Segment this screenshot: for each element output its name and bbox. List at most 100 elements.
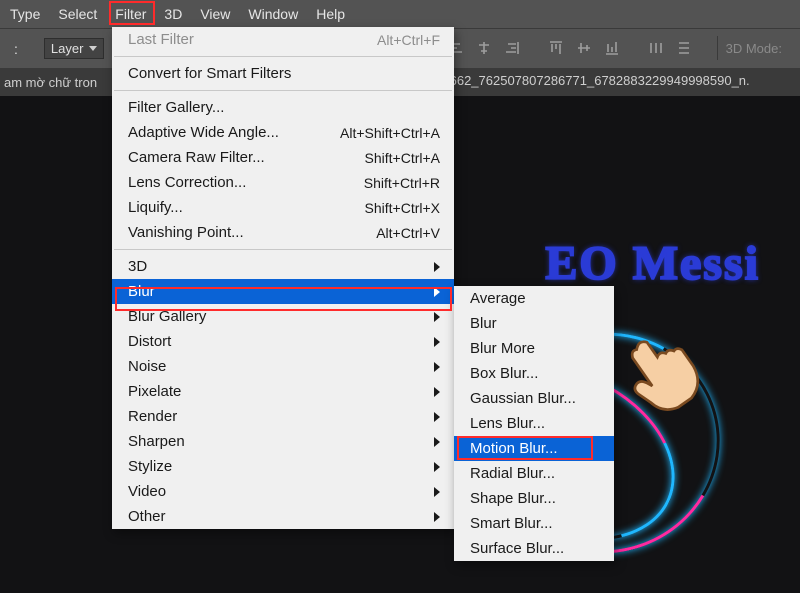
menuitem-label: Blur More	[470, 340, 535, 357]
menu-separator	[114, 90, 452, 91]
submenu-arrow-icon	[434, 412, 440, 422]
menuitem-label: Convert for Smart Filters	[128, 65, 291, 82]
menuitem-vanishing-point[interactable]: Vanishing Point... Alt+Ctrl+V	[112, 220, 454, 245]
menu-separator	[114, 249, 452, 250]
align-bottom-icon[interactable]	[601, 37, 623, 59]
menuitem-distort[interactable]: Distort	[112, 329, 454, 354]
menuitem-label: Vanishing Point...	[128, 224, 244, 241]
menuitem-label: Gaussian Blur...	[470, 390, 576, 407]
menuitem-blur-more[interactable]: Blur More	[454, 336, 614, 361]
tab-title-right[interactable]: /662_762507807286771_6782883229949998590…	[446, 73, 750, 88]
menuitem-label: Camera Raw Filter...	[128, 149, 265, 166]
menuitem-label: Blur	[470, 315, 497, 332]
filter-dropdown: Last Filter Alt+Ctrl+F Convert for Smart…	[112, 27, 454, 529]
align-center-h-icon[interactable]	[473, 37, 495, 59]
blur-submenu: Average Blur Blur More Box Blur... Gauss…	[454, 286, 614, 561]
menu-help[interactable]: Help	[308, 2, 353, 26]
menuitem-gaussian-blur[interactable]: Gaussian Blur...	[454, 386, 614, 411]
menuitem-label: Render	[128, 408, 177, 425]
menuitem-radial-blur[interactable]: Radial Blur...	[454, 461, 614, 486]
menuitem-label: Radial Blur...	[470, 465, 555, 482]
menuitem-lens-blur[interactable]: Lens Blur...	[454, 411, 614, 436]
menuitem-blur[interactable]: Blur	[112, 279, 454, 304]
3d-mode-label: 3D Mode:	[726, 41, 782, 56]
menuitem-render[interactable]: Render	[112, 404, 454, 429]
menuitem-pixelate[interactable]: Pixelate	[112, 379, 454, 404]
menuitem-label: Noise	[128, 358, 166, 375]
menuitem-label: Pixelate	[128, 383, 181, 400]
menu-window[interactable]: Window	[240, 2, 306, 26]
menuitem-label: Other	[128, 508, 166, 525]
menuitem-label: Filter Gallery...	[128, 99, 224, 116]
menuitem-sharpen[interactable]: Sharpen	[112, 429, 454, 454]
submenu-arrow-icon	[434, 512, 440, 522]
menu-type[interactable]: Type	[2, 2, 48, 26]
menuitem-camera-raw-filter[interactable]: Camera Raw Filter... Shift+Ctrl+A	[112, 145, 454, 170]
submenu-arrow-icon	[434, 262, 440, 272]
menuitem-last-filter[interactable]: Last Filter Alt+Ctrl+F	[112, 27, 454, 52]
canvas-text-layer: EO Messi	[545, 236, 760, 291]
menuitem-liquify[interactable]: Liquify... Shift+Ctrl+X	[112, 195, 454, 220]
menuitem-shortcut: Shift+Ctrl+R	[364, 175, 440, 191]
menuitem-surface-blur[interactable]: Surface Blur...	[454, 536, 614, 561]
menuitem-blur-gallery[interactable]: Blur Gallery	[112, 304, 454, 329]
annotation-pointer-hand-icon	[615, 330, 705, 423]
toolbar-colon: :	[14, 41, 18, 57]
menuitem-label: Lens Blur...	[470, 415, 545, 432]
menuitem-lens-correction[interactable]: Lens Correction... Shift+Ctrl+R	[112, 170, 454, 195]
submenu-arrow-icon	[434, 312, 440, 322]
menuitem-adaptive-wide-angle[interactable]: Adaptive Wide Angle... Alt+Shift+Ctrl+A	[112, 120, 454, 145]
menuitem-shortcut: Shift+Ctrl+A	[365, 150, 440, 166]
layer-dropdown[interactable]: Layer	[44, 38, 105, 59]
menuitem-shape-blur[interactable]: Shape Blur...	[454, 486, 614, 511]
menuitem-label: Blur Gallery	[128, 308, 206, 325]
menuitem-label: 3D	[128, 258, 147, 275]
menu-view[interactable]: View	[192, 2, 238, 26]
menuitem-label: Distort	[128, 333, 171, 350]
submenu-arrow-icon	[434, 437, 440, 447]
menu-filter[interactable]: Filter	[107, 2, 154, 26]
menuitem-label: Lens Correction...	[128, 174, 246, 191]
menubar: Type Select Filter 3D View Window Help	[0, 0, 800, 28]
menuitem-shortcut: Shift+Ctrl+X	[365, 200, 440, 216]
align-top-icon[interactable]	[545, 37, 567, 59]
menu-3d[interactable]: 3D	[156, 2, 190, 26]
align-right-icon[interactable]	[501, 37, 523, 59]
menuitem-label: Blur	[128, 283, 155, 300]
distribute-v-icon[interactable]	[673, 37, 695, 59]
menuitem-noise[interactable]: Noise	[112, 354, 454, 379]
menuitem-3d[interactable]: 3D	[112, 254, 454, 279]
menuitem-label: Average	[470, 290, 526, 307]
align-group-2	[545, 37, 623, 59]
menuitem-stylize[interactable]: Stylize	[112, 454, 454, 479]
menu-separator	[114, 56, 452, 57]
align-group-1	[445, 37, 523, 59]
menuitem-filter-gallery[interactable]: Filter Gallery...	[112, 95, 454, 120]
menuitem-motion-blur[interactable]: Motion Blur...	[454, 436, 614, 461]
menuitem-video[interactable]: Video	[112, 479, 454, 504]
menuitem-other[interactable]: Other	[112, 504, 454, 529]
menu-select[interactable]: Select	[50, 2, 105, 26]
layer-dropdown-label: Layer	[51, 41, 84, 56]
submenu-arrow-icon	[434, 487, 440, 497]
menuitem-average[interactable]: Average	[454, 286, 614, 311]
align-center-v-icon[interactable]	[573, 37, 595, 59]
distribute-h-icon[interactable]	[645, 37, 667, 59]
tab-title-left[interactable]: am mờ chữ tron	[4, 75, 97, 90]
distribute-group	[645, 37, 695, 59]
submenu-arrow-icon	[434, 387, 440, 397]
toolbar-divider	[717, 36, 718, 60]
menuitem-shortcut: Alt+Ctrl+V	[376, 225, 440, 241]
submenu-arrow-icon	[434, 337, 440, 347]
menuitem-blur-simple[interactable]: Blur	[454, 311, 614, 336]
chevron-down-icon	[89, 46, 97, 51]
menuitem-convert-smart-filters[interactable]: Convert for Smart Filters	[112, 61, 454, 86]
submenu-arrow-icon	[434, 462, 440, 472]
menuitem-label: Box Blur...	[470, 365, 538, 382]
menuitem-label: Surface Blur...	[470, 540, 564, 557]
menuitem-label: Motion Blur...	[470, 440, 558, 457]
menuitem-smart-blur[interactable]: Smart Blur...	[454, 511, 614, 536]
menuitem-label: Stylize	[128, 458, 172, 475]
submenu-arrow-icon	[434, 362, 440, 372]
menuitem-box-blur[interactable]: Box Blur...	[454, 361, 614, 386]
